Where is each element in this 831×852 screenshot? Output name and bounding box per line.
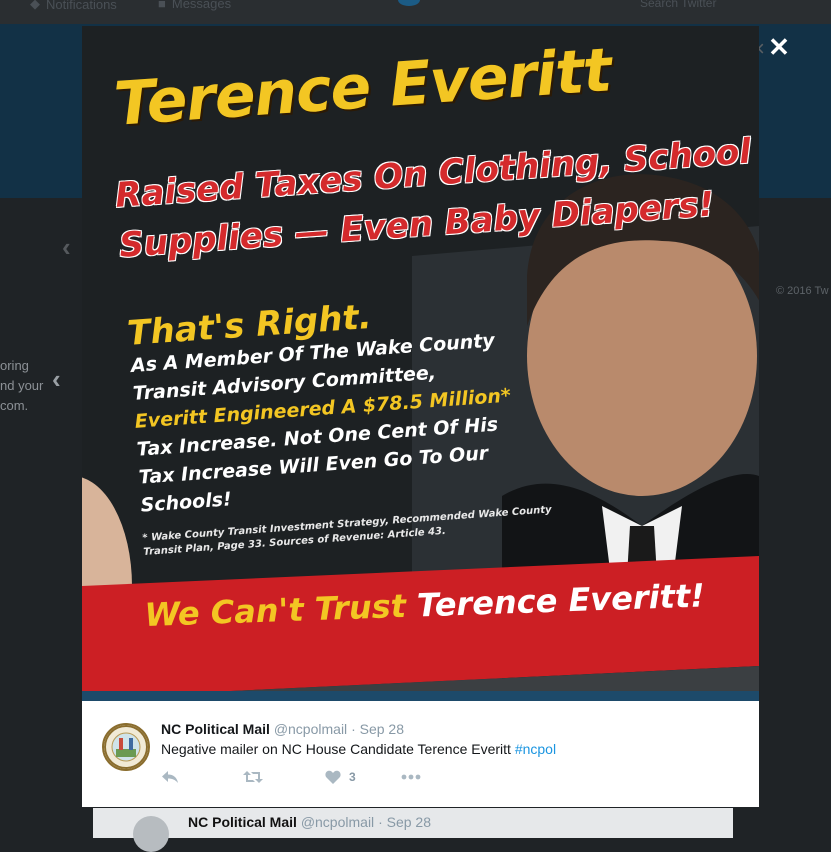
close-button[interactable]: ✕ — [766, 34, 792, 60]
retweet-button[interactable] — [243, 765, 263, 789]
twitter-logo — [398, 0, 420, 6]
like-button[interactable]: 3 — [325, 765, 356, 789]
background-tweet-card: NC Political Mail @ncpolmail · Sep 28 — [93, 808, 733, 852]
flyer-body: As A Member Of The Wake County Transit Ad… — [130, 329, 512, 517]
tweet-author-handle[interactable]: @ncpolmail — [274, 721, 347, 737]
tweet-photo[interactable]: Terence Everitt Raised Taxes On Clothing… — [82, 26, 759, 701]
background-tweet-header: NC Political Mail @ncpolmail · Sep 28 — [188, 814, 431, 830]
heart-icon — [325, 770, 341, 784]
chevron-left-icon: ‹ — [62, 232, 71, 262]
more-icon — [401, 774, 421, 780]
reply-icon — [162, 771, 178, 783]
retweet-icon — [243, 771, 263, 783]
reply-button[interactable] — [161, 765, 179, 789]
background-copyright: © 2016 Tw — [776, 285, 829, 297]
background-top-nav: ◆ Notifications ■ Messages Search Twitte… — [0, 0, 831, 24]
tweet-text: Negative mailer on NC House Candidate Te… — [161, 741, 557, 757]
avatar — [133, 816, 169, 852]
hashtag-link[interactable]: #ncpol — [515, 741, 556, 757]
more-button[interactable] — [401, 765, 421, 789]
envelope-icon: ■ — [158, 0, 166, 11]
previous-media-icon: ‹ — [52, 364, 61, 394]
like-count: 3 — [349, 770, 356, 784]
tweet-details: NC Political Mail @ncpolmail · Sep 28 Ne… — [82, 701, 759, 807]
tweet-author-name[interactable]: NC Political Mail — [161, 721, 270, 737]
close-icon: ✕ — [768, 32, 790, 62]
tweet-date[interactable]: · Sep 28 — [351, 721, 404, 737]
tweet-header: NC Political Mail @ncpolmail · Sep 28 — [161, 721, 404, 737]
state-seal-icon — [104, 725, 148, 769]
avatar[interactable] — [102, 723, 150, 771]
nav-messages: ■ Messages — [158, 0, 231, 11]
bell-icon: ◆ — [30, 0, 40, 11]
background-sidebar-text: oring nd your com. — [0, 358, 44, 413]
nav-notifications: ◆ Notifications — [30, 0, 117, 12]
media-modal: Terence Everitt Raised Taxes On Clothing… — [82, 26, 759, 807]
search-input: Search Twitter — [640, 0, 717, 10]
